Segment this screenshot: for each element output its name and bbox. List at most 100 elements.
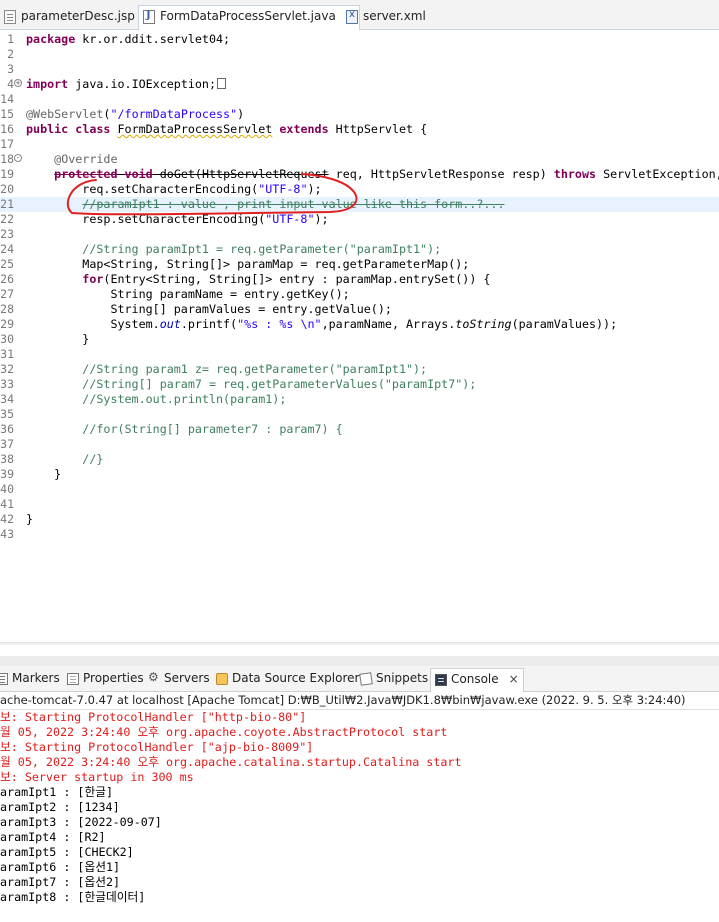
code-text: //System.out.println(param1); [26, 392, 286, 407]
code-token: throws [553, 167, 597, 181]
code-line[interactable]: 43 [0, 527, 719, 542]
tab-console[interactable]: Console × [430, 668, 524, 693]
code-line[interactable]: 14 [0, 92, 719, 107]
line-number: 41 [0, 497, 14, 511]
code-line[interactable]: 35 [0, 407, 719, 422]
snippets-icon [359, 672, 373, 686]
code-line[interactable]: 15 @WebServlet("/formDataProcess") [0, 107, 719, 122]
tab-servers[interactable]: Servers [148, 670, 210, 692]
code-token: //paramIpt1 : value , print input value … [82, 197, 505, 211]
code-line[interactable]: 27 String paramName = entry.getKey(); [0, 287, 719, 302]
markers-icon [0, 673, 8, 685]
code-text: String paramName = entry.getKey(); [26, 287, 350, 302]
expand-fold-icon[interactable]: + [14, 79, 22, 87]
collapsed-code-box-icon[interactable] [217, 78, 227, 89]
properties-icon [67, 673, 79, 685]
console-line: 월 05, 2022 3:24:40 오후 org.apache.catalin… [0, 755, 462, 769]
code-line[interactable]: 25 Map<String, String[]> paramMap = req.… [0, 257, 719, 272]
code-token: } [26, 332, 90, 346]
tab-markers[interactable]: Markers [0, 671, 60, 692]
code-token: } [26, 467, 62, 481]
code-line[interactable]: 26 for(Entry<String, String[]> entry : p… [0, 272, 719, 287]
tab-snippets[interactable]: Snippets [359, 671, 429, 692]
code-line[interactable]: 37 [0, 437, 719, 452]
code-line[interactable]: 18- @Override [0, 152, 719, 167]
code-text: String[] paramValues = entry.getValue(); [26, 302, 391, 317]
console-output[interactable]: 보: Starting ProtocolHandler ["http-bio-8… [0, 710, 719, 922]
code-token: FormDataProcessServlet [117, 122, 273, 136]
code-line[interactable]: 40 [0, 482, 719, 497]
code-token: //String[] param7 = req.getParameterValu… [82, 377, 477, 391]
tab-data-source-explorer[interactable]: Data Source Explorer [216, 671, 359, 692]
code-token: //String param1 z= req.getParameter("par… [82, 362, 428, 376]
close-icon[interactable]: × [509, 672, 519, 686]
console-line: 월 05, 2022 3:24:40 오후 org.apache.coyote.… [0, 725, 448, 739]
code-token: import [26, 77, 69, 91]
code-token: req.setCharacterEncoding( [26, 182, 259, 196]
line-number: 34 [0, 392, 14, 406]
tab-server-xml[interactable]: server.xml [342, 6, 430, 30]
line-number: 28 [0, 302, 14, 316]
console-line: aramIpt4 : [R2] [0, 830, 106, 844]
code-line[interactable]: 21 //paramIpt1 : value , print input val… [0, 197, 719, 212]
code-line[interactable]: 41 [0, 497, 719, 512]
code-line[interactable]: 19 protected void doGet(HttpServletReque… [0, 167, 719, 182]
console-line: 보: Starting ProtocolHandler ["http-bio-8… [0, 710, 307, 724]
code-token: class [75, 122, 111, 136]
line-number: 20 [0, 182, 14, 196]
code-text: @Override [26, 152, 117, 167]
code-line[interactable]: 20 req.setCharacterEncoding("UTF-8"); [0, 182, 719, 197]
java-file-icon [143, 10, 155, 24]
code-line[interactable]: 38 //} [0, 452, 719, 467]
tab-parameterdesc-jsp[interactable]: parameterDesc.jsp [0, 6, 139, 30]
code-line[interactable]: 42} [0, 512, 719, 527]
tab-label: server.xml [363, 9, 426, 23]
line-number: 31 [0, 347, 14, 361]
code-line[interactable]: 39 } [0, 467, 719, 482]
code-token: public [26, 122, 69, 136]
code-line[interactable]: 33 //String[] param7 = req.getParameterV… [0, 377, 719, 392]
horizontal-scrollbar[interactable]: < [0, 642, 719, 645]
code-line[interactable]: 32 //String param1 z= req.getParameter("… [0, 362, 719, 377]
bottom-panel-tabs: Markers Properties Servers Data Source E… [0, 666, 719, 693]
code-token: package [26, 32, 76, 46]
code-line[interactable]: 23 [0, 227, 719, 242]
tab-formdataprocessservlet-java[interactable]: FormDataProcessServlet.java × [138, 5, 360, 31]
editor-tab-bar: parameterDesc.jsp FormDataProcessServlet… [0, 0, 719, 31]
code-line[interactable]: 16 public class FormDataProcessServlet ex… [0, 122, 719, 137]
xml-file-icon [346, 9, 358, 24]
code-token: java.io.IOException; [68, 77, 217, 91]
code-line[interactable]: 29 System.out.printf("%s : %s \n",paramN… [0, 317, 719, 332]
code-line[interactable]: 2 [0, 47, 719, 62]
code-text: import java.io.IOException; [26, 77, 227, 92]
code-editor[interactable]: 1 package kr.or.ddit.servlet04; 2 3 4 + import… [0, 30, 719, 645]
code-token: String paramName = entry.getKey(); [26, 287, 350, 301]
code-token: ); [314, 212, 329, 226]
code-line[interactable]: 28 String[] paramValues = entry.getValue… [0, 302, 719, 317]
jsp-file-icon [4, 10, 16, 24]
code-line[interactable]: 36 //for(String[] parameter7 : param7) { [0, 422, 719, 437]
code-token: ) [237, 107, 245, 121]
tab-label: FormDataProcessServlet.java [160, 9, 336, 23]
console-line: aramIpt1 : [한글] [0, 785, 113, 799]
code-line[interactable]: 30 } [0, 332, 719, 347]
code-line[interactable]: 22 resp.setCharacterEncoding("UTF-8"); [0, 212, 719, 227]
line-number: 40 [0, 482, 14, 496]
code-line[interactable]: 1 package kr.or.ddit.servlet04; [0, 32, 719, 47]
code-line[interactable]: 4 + import java.io.IOException; [0, 77, 719, 92]
tab-properties[interactable]: Properties [67, 671, 144, 692]
code-token: } [26, 512, 34, 526]
code-line[interactable]: 3 [0, 62, 719, 77]
tab-label: Snippets [376, 671, 429, 685]
code-line[interactable]: 17 [0, 137, 719, 152]
code-line[interactable]: 34 //System.out.println(param1); [0, 392, 719, 407]
line-number: 33 [0, 377, 14, 391]
collapse-fold-icon[interactable]: - [14, 154, 22, 162]
code-line[interactable]: 31 [0, 347, 719, 362]
code-line[interactable]: 24 //String paramIpt1 = req.getParameter… [0, 242, 719, 257]
